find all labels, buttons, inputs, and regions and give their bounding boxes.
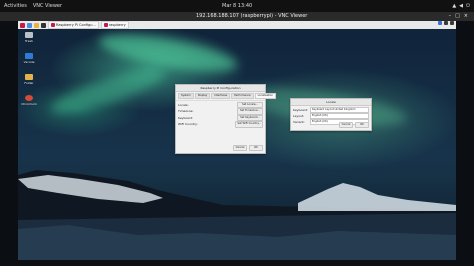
desktop-icons: Trash Vscode Folder Chromium [21, 32, 37, 106]
maximize-button[interactable]: □ [455, 12, 460, 21]
raspberry-menu-icon[interactable] [20, 22, 25, 28]
locale-row: Keyboard: Keyboard Layout United Kingdom [291, 106, 371, 113]
locale-label: Keyboard: [293, 107, 309, 112]
vnc-title-bar: 192.168.188.107 (raspberrypi) - VNC View… [0, 12, 474, 21]
tab-performance[interactable]: Performance [231, 93, 254, 99]
setting-label: Locale: [178, 102, 189, 107]
folder-icon [25, 74, 33, 80]
chromium-icon [25, 95, 33, 101]
tab-localisation[interactable]: Localisation [254, 93, 277, 99]
network-icon: ▲ [452, 3, 457, 9]
activities-button[interactable]: Activities [4, 0, 27, 12]
setting-row-keyboard: Keyboard: Set Keyboard... [178, 114, 263, 121]
desktop-icon-label: Chromium [21, 102, 37, 106]
dialog-title: Raspberry Pi Configuration [176, 85, 265, 92]
desktop-icon-chromium[interactable]: Chromium [21, 95, 37, 106]
folder-icon[interactable] [34, 22, 39, 28]
raspberry-pi-configuration-dialog: Raspberry Pi Configuration System Displa… [175, 84, 277, 154]
aurora-glow [96, 29, 240, 79]
raspberry-icon [103, 23, 108, 27]
desktop-icon-label: Trash [25, 39, 33, 43]
ok-button[interactable]: OK [355, 121, 369, 128]
app-menu-button[interactable]: VNC Viewer [33, 0, 62, 12]
browser-icon[interactable] [27, 22, 32, 28]
set-timezone-button[interactable]: Set Timezone... [237, 108, 263, 115]
setting-label: WiFi Country: [178, 122, 198, 127]
wifi-icon[interactable] [444, 21, 448, 25]
power-icon: ⏻ [466, 3, 470, 9]
mountain-landscape [18, 170, 456, 260]
terminal-icon[interactable] [41, 22, 46, 28]
desktop-icon-label: Folder [24, 81, 34, 85]
desktop-icon-trash[interactable]: Trash [21, 32, 37, 43]
taskbar-app-config[interactable]: Raspberry Pi Configu... [48, 21, 99, 29]
setting-row-locale: Locale: Set Locale... [178, 101, 263, 108]
setting-row-timezone: Timezone: Set Timezone... [178, 108, 263, 115]
top-bar-left: Activities VNC Viewer [4, 0, 62, 12]
taskbar-launchers: Raspberry Pi Configu... raspberry [20, 21, 129, 29]
tab-interfaces[interactable]: Interfaces [211, 93, 231, 99]
volume-icon: ◀ [459, 3, 464, 9]
desktop-icon-label: Vscode [23, 60, 35, 64]
setting-label: Timezone: [178, 109, 194, 114]
minimize-button[interactable]: – [449, 12, 452, 21]
dialog-title: Locale [291, 99, 371, 106]
setting-label: Keyboard: [178, 115, 194, 120]
ok-button[interactable]: OK [249, 144, 263, 151]
cancel-button[interactable]: Cancel [233, 144, 247, 151]
config-icon [51, 23, 55, 27]
dialog-footer: Cancel OK [339, 121, 369, 128]
set-wifi-country-button[interactable]: Set WiFi Country... [235, 121, 263, 128]
vnc-window-title: 192.168.188.107 (raspberrypi) - VNC View… [196, 13, 308, 19]
taskbar-app-label: raspberry [108, 23, 126, 27]
configuration-tabs: System Display Interfaces Performance Lo… [176, 92, 277, 101]
close-button[interactable]: × [464, 12, 468, 21]
locale-row: Layout: English (UK) [291, 112, 371, 119]
locale-label: Layout: [293, 113, 305, 118]
taskbar-tray [438, 21, 454, 25]
bluetooth-icon[interactable] [438, 21, 442, 25]
aurora-glow [47, 61, 169, 121]
localisation-settings: Locale: Set Locale... Timezone: Set Time… [176, 101, 265, 129]
clock[interactable]: Mar 8 13:40 [222, 0, 252, 12]
locale-label: Variant: [293, 119, 305, 124]
taskbar-app-raspberry[interactable]: raspberry [100, 21, 129, 29]
speaker-icon[interactable] [450, 21, 454, 25]
desktop-icon-vscode[interactable]: Vscode [21, 53, 37, 64]
tab-display[interactable]: Display [194, 93, 211, 99]
tab-system[interactable]: System [178, 93, 194, 99]
locale-dialog: Locale Keyboard: Keyboard Layout United … [290, 98, 372, 131]
setting-row-wifi-country: WiFi Country: Set WiFi Country... [178, 121, 263, 128]
system-top-bar: Activities VNC Viewer Mar 8 13:40 ▲ ◀ ⏻ [0, 0, 474, 12]
desktop-icon-folder[interactable]: Folder [21, 74, 37, 85]
system-status-area[interactable]: ▲ ◀ ⏻ [452, 0, 470, 12]
dialog-footer: Cancel OK [233, 144, 263, 151]
taskbar-app-label: Raspberry Pi Configu... [56, 23, 96, 27]
vscode-icon [25, 53, 33, 59]
cancel-button[interactable]: Cancel [339, 121, 353, 128]
trash-icon [25, 32, 33, 38]
vnc-window-controls: – □ × [449, 12, 468, 21]
